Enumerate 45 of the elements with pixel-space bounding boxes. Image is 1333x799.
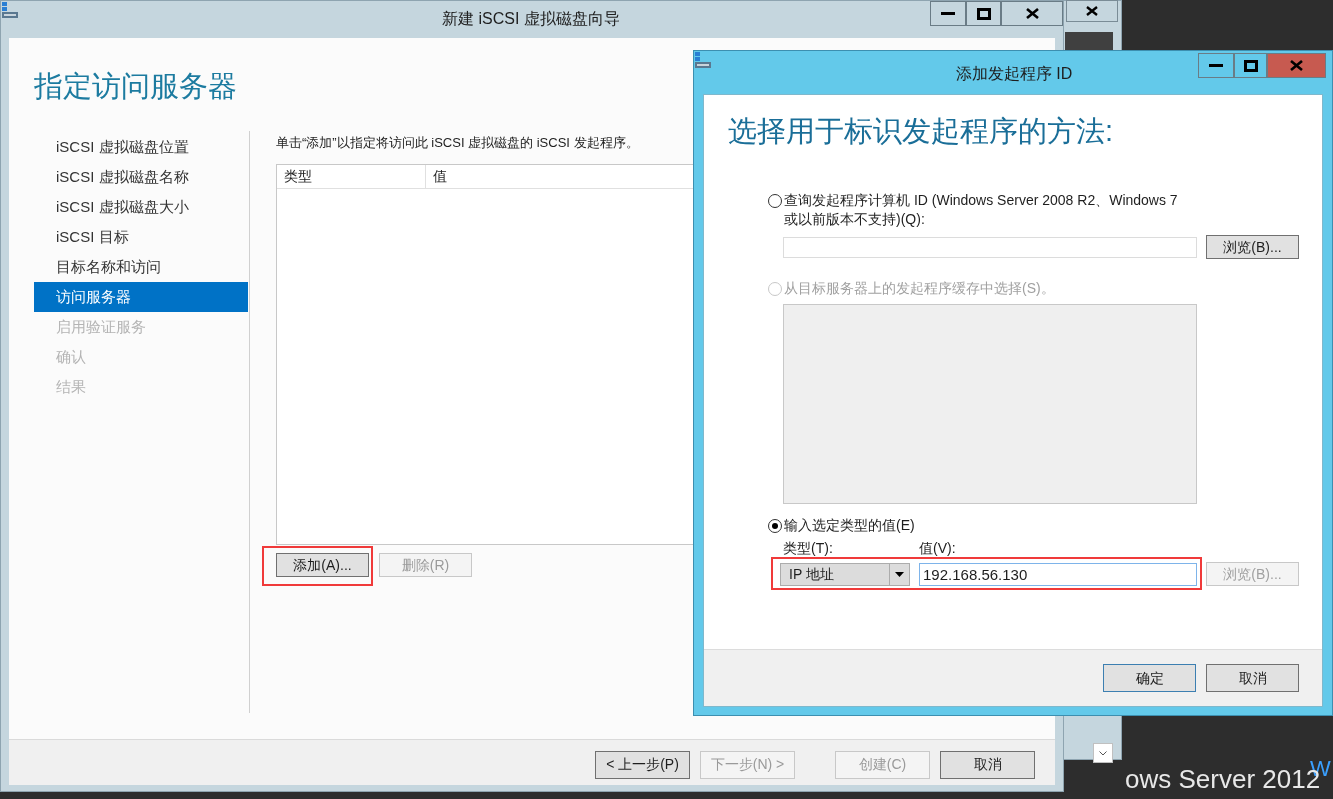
back-button[interactable]: < 上一步(P)	[595, 750, 690, 779]
close-icon	[1025, 8, 1039, 19]
wizard-step[interactable]: iSCSI 虚拟磁盘名称	[34, 162, 248, 192]
close-button[interactable]	[1066, 0, 1118, 22]
option-label: 输入选定类型的值(E)	[784, 516, 915, 535]
dark-panel	[1065, 32, 1113, 52]
minimize-button[interactable]	[1198, 53, 1234, 78]
input-field[interactable]	[783, 236, 1197, 258]
maximize-button[interactable]	[1234, 53, 1267, 78]
minimize-icon	[941, 11, 955, 16]
close-icon	[1086, 6, 1098, 16]
option-label: 从目标服务器上的发起程序缓存中选择(S)。	[784, 279, 1055, 298]
cancel-button[interactable]: 取消	[940, 750, 1035, 779]
page-heading: 指定访问服务器	[34, 69, 237, 104]
field-label: 类型(T):	[783, 539, 834, 558]
cancel-button[interactable]: 取消	[1206, 664, 1299, 692]
dropdown-arrow-icon	[895, 571, 904, 577]
maximize-button[interactable]	[966, 1, 1001, 26]
dialog-heading: 选择用于标识发起程序的方法:	[728, 114, 1114, 149]
window-title: 添加发起程序 ID	[954, 64, 1074, 84]
chevron-icon	[1099, 750, 1107, 756]
wizard-step[interactable]: 访问服务器	[34, 282, 248, 312]
radio-button[interactable]	[768, 519, 782, 533]
type-dropdown[interactable]: IP 地址	[780, 562, 910, 586]
option-label: 查询发起程序计算机 ID (Windows Server 2008 R2、Windows 7 或以前版本不支持)(Q):	[784, 191, 1179, 229]
browse-button[interactable]: 浏览(B)...	[1206, 235, 1299, 259]
server-icon	[694, 51, 712, 69]
value-field[interactable]: 192.168.56.130	[919, 562, 1197, 586]
maximize-icon	[976, 7, 991, 20]
column-header[interactable]: 类型	[277, 165, 426, 188]
field-label: 值(V):	[919, 539, 956, 558]
wizard-step[interactable]: iSCSI 目标	[34, 222, 248, 252]
wizard-step[interactable]: iSCSI 虚拟磁盘大小	[34, 192, 248, 222]
wizard-step[interactable]: 目标名称和访问	[34, 252, 248, 282]
wizard-step[interactable]: iSCSI 虚拟磁盘位置	[34, 132, 248, 162]
close-icon	[1290, 60, 1303, 71]
minimize-button[interactable]	[930, 1, 966, 26]
ok-button[interactable]: 确定	[1103, 664, 1196, 692]
instruction-text: 单击“添加”以指定将访问此 iSCSI 虚拟磁盘的 iSCSI 发起程序。	[276, 134, 640, 151]
radio-button[interactable]	[768, 194, 782, 208]
maximize-icon	[1243, 59, 1258, 72]
add-button[interactable]: 添加(A)...	[276, 553, 369, 577]
window-title: 新建 iSCSI 虚拟磁盘向导	[441, 9, 621, 29]
minimize-icon	[1209, 63, 1223, 68]
close-button[interactable]	[1001, 1, 1063, 26]
